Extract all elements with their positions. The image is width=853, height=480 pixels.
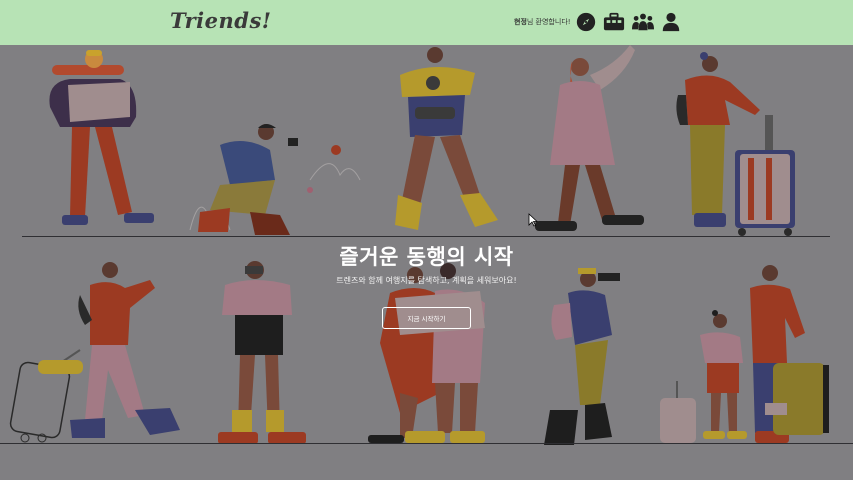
ground-line-upper [22, 236, 830, 237]
suitcase-icon[interactable] [602, 11, 626, 33]
welcome-suffix: 님 환영합니다! [526, 18, 571, 26]
photographer-crouching-illustration [189, 120, 370, 240]
group-icon[interactable] [631, 11, 655, 33]
ground-line-lower [0, 443, 853, 444]
traveler-with-binoculars-illustration [540, 265, 640, 447]
app-logo[interactable]: Triends! [170, 8, 272, 33]
hero-banner: 즐거운 동행의 시작 트렌즈와 함께 여행지를 탐색하고, 계획을 세워보아요!… [0, 45, 853, 480]
couple-with-map-illustration [360, 263, 510, 453]
woman-taking-photo-illustration [210, 260, 310, 450]
user-name: 현정 [514, 18, 527, 26]
traveler-rolling-suitcase-illustration [9, 260, 190, 450]
traveler-with-suitcase-illustration [670, 50, 805, 240]
mouse-cursor-icon [528, 212, 539, 227]
traveler-with-camera-illustration [380, 45, 500, 240]
user-icon[interactable] [660, 11, 682, 33]
woman-waving-illustration [530, 45, 650, 240]
hero-title: 즐거운 동행의 시작 [339, 245, 514, 269]
compass-icon[interactable] [575, 11, 597, 33]
traveler-with-map-illustration [40, 47, 154, 237]
hero-subtitle: 트렌즈와 함께 여행지를 탐색하고, 계획을 세워보아요! [336, 276, 517, 285]
welcome-message: 현정님 환영합니다! [514, 17, 571, 27]
top-nav-bar: Triends! 현정님 환영합니다! [0, 0, 853, 45]
start-now-button[interactable]: 지금 시작하기 [382, 307, 471, 329]
family-with-luggage-illustration [655, 263, 835, 448]
